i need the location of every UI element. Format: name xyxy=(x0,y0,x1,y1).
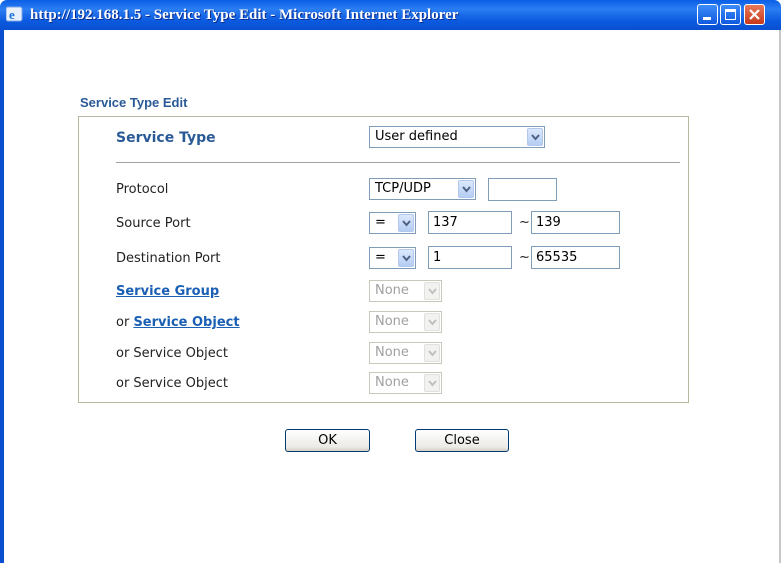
destination-port-end: 65535 xyxy=(536,250,578,265)
dropdown-arrow-icon xyxy=(424,282,440,300)
dropdown-arrow-icon xyxy=(424,344,440,362)
service-object-1-select[interactable]: None xyxy=(369,311,442,333)
service-object-3-select[interactable]: None xyxy=(369,372,442,394)
service-object-link[interactable]: Service Object xyxy=(133,315,239,330)
source-port-operator-select[interactable]: = xyxy=(369,212,416,234)
close-icon xyxy=(745,5,764,24)
minimize-icon xyxy=(703,17,711,20)
destination-port-operator: = xyxy=(375,250,386,265)
destination-port-start-input[interactable]: 1 xyxy=(428,246,512,269)
dropdown-arrow-icon xyxy=(424,313,440,331)
service-object-1-value: None xyxy=(375,314,409,329)
destination-port-end-input[interactable]: 65535 xyxy=(531,246,620,269)
protocol-number-input[interactable] xyxy=(488,178,557,201)
service-type-label: Service Type xyxy=(116,130,216,146)
service-object-3-value: None xyxy=(375,375,409,390)
source-port-separator: ~ xyxy=(519,215,530,230)
service-group-link[interactable]: Service Group xyxy=(116,284,219,299)
destination-port-operator-select[interactable]: = xyxy=(369,247,416,269)
service-object-2-select[interactable]: None xyxy=(369,342,442,364)
service-type-value: User defined xyxy=(375,129,458,144)
maximize-icon xyxy=(725,9,736,20)
ok-button[interactable]: OK xyxy=(285,429,370,452)
window-title: http://192.168.1.5 - Service Type Edit -… xyxy=(30,7,459,23)
maximize-button[interactable] xyxy=(720,4,741,25)
window-border-left xyxy=(0,30,4,563)
title-bar: e http://192.168.1.5 - Service Type Edit… xyxy=(0,0,781,30)
dropdown-arrow-icon xyxy=(458,180,474,198)
service-group-value: None xyxy=(375,283,409,298)
source-port-end: 139 xyxy=(536,215,561,230)
source-port-start-input[interactable]: 137 xyxy=(428,211,512,234)
destination-port-separator: ~ xyxy=(519,250,530,265)
dropdown-arrow-icon xyxy=(398,249,414,267)
service-object-2-label: or Service Object xyxy=(116,346,228,361)
section-title: Service Type Edit xyxy=(80,95,188,110)
service-group-row-label: Service Group xyxy=(116,284,219,299)
close-button[interactable]: Close xyxy=(415,429,509,452)
dropdown-arrow-icon xyxy=(527,128,543,146)
minimize-button[interactable] xyxy=(697,4,718,25)
destination-port-label: Destination Port xyxy=(116,251,221,266)
browser-window: e http://192.168.1.5 - Service Type Edit… xyxy=(0,0,781,563)
separator xyxy=(116,162,680,163)
protocol-value: TCP/UDP xyxy=(375,181,431,196)
destination-port-start: 1 xyxy=(433,250,442,265)
service-object-2-value: None xyxy=(375,345,409,360)
source-port-operator: = xyxy=(375,215,386,230)
source-port-label: Source Port xyxy=(116,216,191,231)
protocol-select[interactable]: TCP/UDP xyxy=(369,178,476,200)
service-object-prefix: or xyxy=(116,315,134,330)
svg-text:e: e xyxy=(9,7,15,22)
service-object-3-label: or Service Object xyxy=(116,376,228,391)
service-type-select[interactable]: User defined xyxy=(369,126,545,148)
ie-icon: e xyxy=(5,6,24,23)
service-object-row-label: or Service Object xyxy=(116,315,240,330)
protocol-label: Protocol xyxy=(116,182,169,197)
source-port-end-input[interactable]: 139 xyxy=(531,211,620,234)
source-port-start: 137 xyxy=(433,215,458,230)
close-window-button[interactable] xyxy=(744,4,765,25)
dropdown-arrow-icon xyxy=(398,214,414,232)
dropdown-arrow-icon xyxy=(424,374,440,392)
service-group-select[interactable]: None xyxy=(369,280,442,302)
